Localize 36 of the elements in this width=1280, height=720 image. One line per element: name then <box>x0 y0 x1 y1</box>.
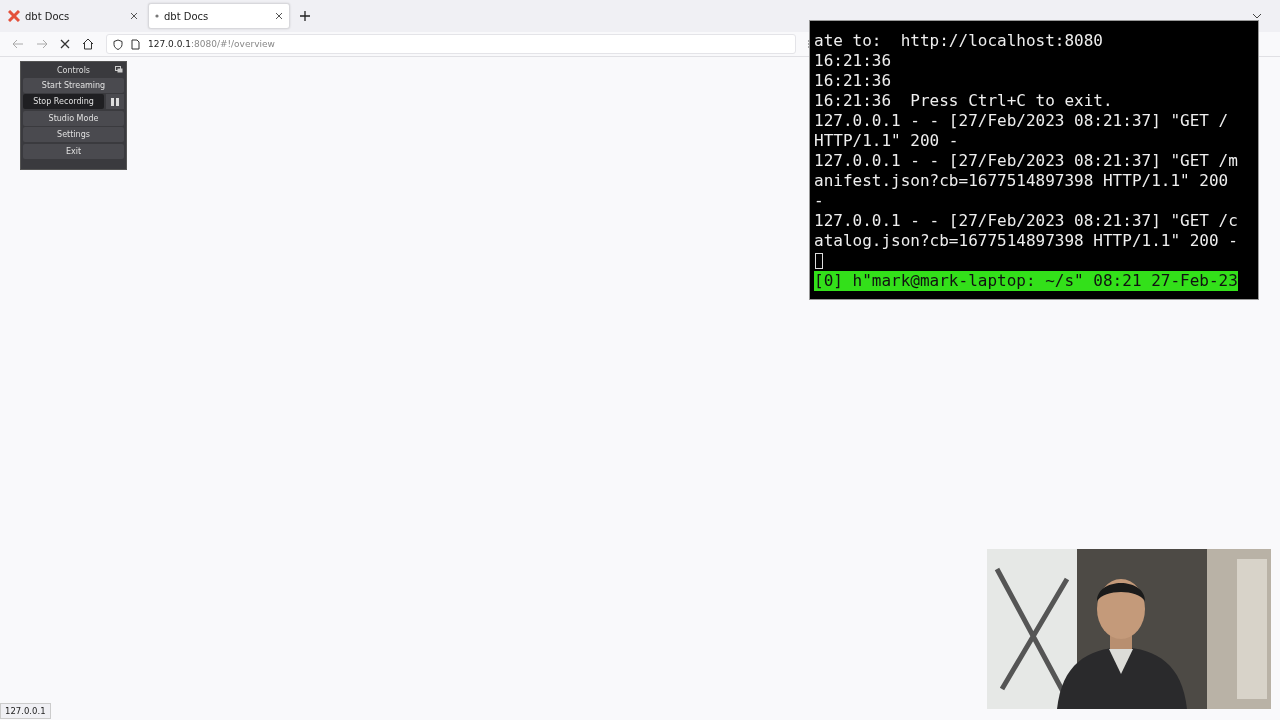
terminal-line: 16:21:36 <box>814 71 892 91</box>
close-icon[interactable] <box>130 12 138 20</box>
terminal-line: 127.0.0.1 - - [27/Feb/2023 08:21:37] "GET /c <box>814 211 1238 231</box>
chevron-icon[interactable] <box>1252 13 1262 19</box>
dock-title: Controls <box>56 65 91 75</box>
status-text: 127.0.0.1 <box>0 703 51 719</box>
page-icon <box>131 38 140 50</box>
terminal-line: anifest.json?cb=1677514897398 HTTP/1.1" 200 <box>814 171 1229 191</box>
terminal-line: 16:21:36 <box>814 51 892 71</box>
terminal-line: atalog.json?cb=1677514897398 HTTP/1.1" 200 - <box>814 231 1238 251</box>
terminal-line: 127.0.0.1 - - [27/Feb/2023 08:21:37] "GET / <box>814 111 1229 131</box>
browser-tab[interactable]: dbt Docs <box>2 3 144 29</box>
url-text: 127.0.0.1:8080/#!/overview <box>148 39 275 49</box>
dock-button[interactable]: Exit <box>23 143 124 159</box>
undock-icon[interactable] <box>115 66 123 73</box>
dock-button[interactable]: Start Streaming <box>23 77 124 93</box>
terminal-line: ate to: http://localhost:8080 <box>814 31 1103 51</box>
terminal-line: - <box>814 191 824 211</box>
dock-button[interactable]: Settings <box>23 127 124 142</box>
address-bar[interactable]: 127.0.0.1:8080/#!/overview <box>106 34 796 54</box>
tmux-status-bar: [0] h"mark@mark-laptop: ~/s" 08:21 27-Feb-23 <box>814 271 1238 291</box>
terminal-line: 127.0.0.1 - - [27/Feb/2023 08:21:37] "GET /m <box>814 151 1238 171</box>
pause-icon <box>111 97 119 106</box>
dock-button[interactable]: Stop Recording <box>23 94 104 109</box>
pause-button[interactable] <box>106 94 124 109</box>
browser-tab[interactable]: dbt Docs <box>148 3 290 29</box>
close-icon[interactable] <box>275 12 283 20</box>
stop-icon[interactable] <box>60 39 70 49</box>
terminal-line: 16:21:36 Press Ctrl+C to exit. <box>814 91 1113 111</box>
home-icon[interactable] <box>82 38 94 50</box>
dock-button[interactable]: Studio Mode <box>23 110 124 126</box>
loading-icon <box>155 14 159 18</box>
terminal-line: HTTP/1.1" 200 - <box>814 131 959 151</box>
logo-icon <box>8 10 20 22</box>
shield-icon <box>113 38 123 50</box>
new-tab-icon[interactable] <box>300 11 310 21</box>
